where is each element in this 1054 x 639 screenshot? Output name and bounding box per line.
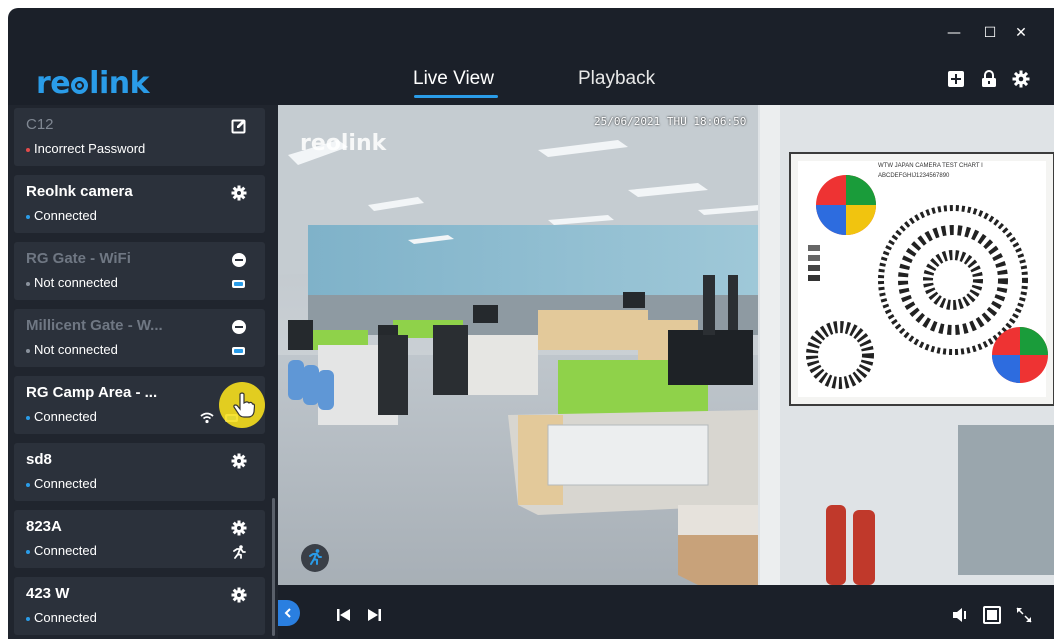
gear-icon[interactable] [231,587,247,603]
camera-status: Not connected [26,275,118,290]
minus-circle-icon[interactable] [231,252,247,268]
camera-status: Connected [26,409,97,424]
camera-name: Reolnk camera [26,183,133,200]
playback-control-bar [278,585,1054,639]
camera-name: 823A [26,518,62,535]
gear-icon[interactable] [231,520,247,536]
camera-status: Connected [26,208,97,223]
reolink-logo: re link [36,66,150,101]
battery-icon [232,280,245,288]
minimize-icon: — [947,25,961,41]
maximize-button[interactable]: ☐ [979,22,1001,44]
status-dot [26,549,30,554]
gear-icon[interactable] [231,185,247,201]
next-camera-icon[interactable] [364,605,384,625]
camera-status: Not connected [26,342,118,357]
minimize-button[interactable]: — [943,22,965,44]
camera-item-sd8[interactable]: sd8 Connected [14,443,265,501]
camera-list-sidebar: C12 Incorrect Password Reolnk camera Con… [8,105,278,639]
lock-icon[interactable] [980,70,998,88]
camera-item-reolnk-camera[interactable]: Reolnk camera Connected [14,175,265,233]
previous-camera-icon[interactable] [334,605,354,625]
volume-icon[interactable] [950,605,970,625]
status-dot [26,482,30,487]
hand-cursor-icon [233,392,255,418]
wifi-icon [200,412,214,424]
camera-item-c12[interactable]: C12 Incorrect Password [14,108,265,166]
camera-name: sd8 [26,451,52,468]
camera-name: RG Gate - WiFi [26,250,131,267]
maximize-icon: ☐ [983,25,997,41]
video-watermark: reolink [300,131,387,156]
add-device-icon[interactable] [947,70,965,88]
motion-detection-icon[interactable] [300,543,330,573]
status-dot [26,281,30,286]
battery-icon [232,347,245,355]
camera-status: Incorrect Password [26,141,145,156]
status-dot [26,415,30,420]
camera-name: 423 W [26,585,70,602]
close-button[interactable]: ✕ [1010,22,1032,44]
status-dot [26,214,30,219]
settings-gear-icon[interactable] [1012,70,1030,88]
gear-icon[interactable] [231,453,247,469]
reolink-app-window: — ☐ ✕ re link Live View Playback C12 Inco… [8,8,1054,639]
camera-item-423w[interactable]: 423 W Connected [14,577,265,635]
camera-status: Connected [26,610,97,625]
camera-item-millicent-gate[interactable]: Millicent Gate - W... Not connected [14,309,265,367]
camera-status: Connected [26,543,97,558]
screen-layout-icon[interactable] [982,605,1002,625]
video-timestamp: 25/06/2021 THU 18:06:50 [594,115,747,128]
status-dot [26,147,30,152]
status-dot [26,348,30,353]
camera-name: RG Camp Area - ... [26,384,158,401]
status-dot [26,616,30,621]
test-chart-title: WTW JAPAN CAMERA TEST CHART I [878,163,983,169]
camera-name: Millicent Gate - W... [26,317,163,334]
edit-icon[interactable] [231,118,247,134]
live-video-feed[interactable]: reolink 25/06/2021 THU 18:06:50 WTW JAPA… [278,105,1054,585]
sidebar-scrollbar[interactable] [272,498,275,636]
camera-item-823a[interactable]: 823A Connected [14,510,265,568]
camera-status: Connected [26,476,97,491]
tab-playback[interactable]: Playback [578,68,655,90]
minus-circle-icon[interactable] [231,319,247,335]
camera-item-rg-gate-wifi[interactable]: RG Gate - WiFi Not connected [14,242,265,300]
chevron-left-icon [284,608,291,618]
test-chart-line: ABCDEFGHIJ1234567890 [878,173,950,179]
active-tab-indicator [414,95,498,98]
motion-icon [233,545,246,559]
fullscreen-icon[interactable] [1014,605,1034,625]
tab-live-view[interactable]: Live View [413,68,494,90]
camera-name: C12 [26,116,54,133]
close-icon: ✕ [1015,25,1027,41]
